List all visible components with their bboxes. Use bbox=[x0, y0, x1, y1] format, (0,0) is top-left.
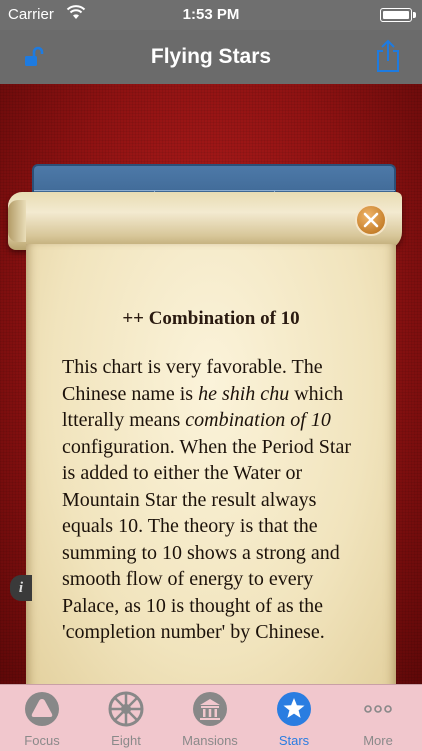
tab-stars[interactable]: Stars bbox=[252, 685, 336, 751]
info-icon[interactable]: i bbox=[10, 575, 32, 601]
tab-label: Eight bbox=[111, 733, 141, 748]
scroll-parchment: ++ Combination of 10 This chart is very … bbox=[26, 244, 396, 684]
status-bar: Carrier 1:53 PM bbox=[0, 0, 422, 30]
wheel-icon bbox=[108, 691, 144, 727]
tab-focus[interactable]: Focus bbox=[0, 685, 84, 751]
more-icon bbox=[364, 705, 392, 713]
card-heading: ++ Combination of 10 bbox=[122, 308, 300, 329]
tab-label: More bbox=[363, 733, 393, 748]
close-button[interactable] bbox=[355, 204, 387, 236]
tab-label: Stars bbox=[278, 733, 310, 748]
tab-more[interactable]: More bbox=[336, 685, 420, 751]
tab-bar: Focus Eight Mansions Stars More bbox=[0, 684, 422, 751]
navigation-bar: Flying Stars bbox=[0, 30, 422, 84]
star-icon bbox=[277, 692, 311, 726]
tab-mansions[interactable]: Mansions bbox=[168, 685, 252, 751]
card-body: This chart is very favorable. The Chines… bbox=[62, 356, 352, 643]
status-time: 1:53 PM bbox=[182, 6, 240, 23]
temple-icon bbox=[193, 692, 227, 726]
page-title: Flying Stars bbox=[150, 45, 272, 68]
close-icon bbox=[363, 212, 379, 228]
tab-eight[interactable]: Eight bbox=[84, 685, 168, 751]
tab-label: Focus bbox=[24, 733, 60, 748]
share-icon[interactable] bbox=[374, 38, 402, 74]
content-area: ++ Combination of 10 This chart is very … bbox=[0, 84, 422, 684]
tab-label: Mansions bbox=[182, 733, 238, 748]
battery-icon bbox=[380, 8, 416, 22]
scroll-roll bbox=[8, 192, 402, 250]
triangle-icon bbox=[25, 692, 59, 726]
